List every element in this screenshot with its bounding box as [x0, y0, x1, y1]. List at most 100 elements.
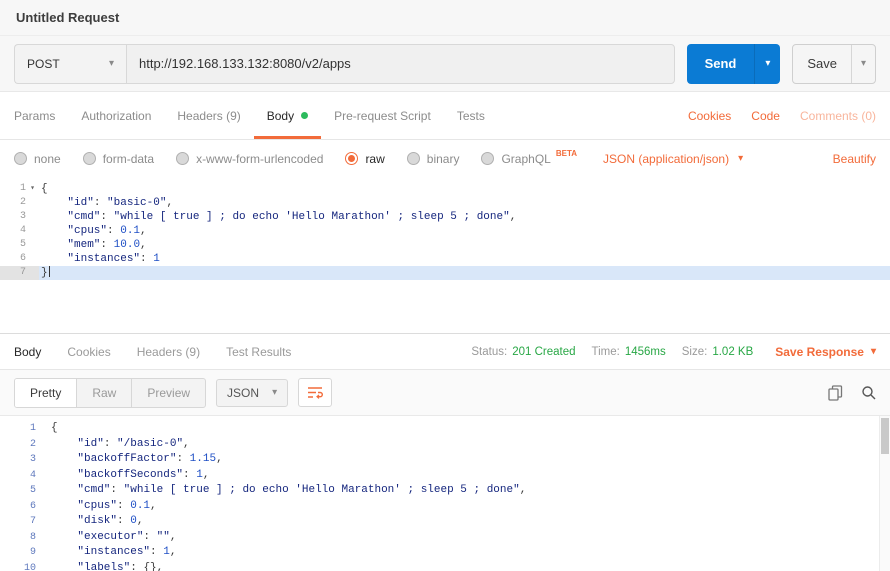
body-type-binary[interactable]: binary: [407, 152, 460, 166]
code-line: 2 "id": "basic-0",: [0, 196, 890, 210]
send-button[interactable]: Send ▾: [687, 44, 781, 84]
fold-spacer: [36, 514, 49, 530]
code-line: 5 "mem": 10.0,: [0, 238, 890, 252]
save-response-button[interactable]: Save Response ▾: [775, 345, 876, 359]
line-number: 5: [0, 238, 26, 252]
save-button[interactable]: Save ▾: [792, 44, 876, 84]
send-options-caret[interactable]: ▾: [754, 44, 780, 84]
view-mode-pretty[interactable]: Pretty: [15, 379, 76, 407]
title-bar: Untitled Request: [0, 0, 890, 36]
body-type-bar: none form-data x-www-form-urlencoded raw bin…: [0, 140, 890, 177]
fold-spacer: [36, 545, 49, 561]
link-comments-0[interactable]: Comments (0): [800, 109, 876, 123]
code-text: "cpus": 0.1,: [39, 224, 890, 238]
tab-pre-request-script[interactable]: Pre-request Script: [321, 92, 444, 139]
code-text: "disk": 0,: [49, 514, 890, 530]
view-mode-raw[interactable]: Raw: [76, 379, 131, 407]
method-value: POST: [27, 57, 60, 71]
response-tabs: Body Cookies Headers (9) Test Results: [14, 345, 291, 359]
fold-spacer: [36, 468, 49, 484]
line-number: 6: [0, 252, 26, 266]
request-body-editor[interactable]: 1▾{2 "id": "basic-0",3 "cmd": "while [ t…: [0, 177, 890, 334]
fold-spacer: [26, 210, 39, 224]
line-number: 8: [6, 530, 36, 546]
tab-tests[interactable]: Tests: [444, 92, 498, 139]
save-label: Save: [793, 45, 851, 83]
line-number: 3: [0, 210, 26, 224]
radio-icon: [407, 152, 420, 165]
time-value: 1456ms: [625, 346, 666, 358]
code-text: "instances": 1,: [49, 545, 890, 561]
radio-icon: [83, 152, 96, 165]
line-number: 5: [6, 483, 36, 499]
view-mode-preview[interactable]: Preview: [131, 379, 205, 407]
content-type-dropdown[interactable]: JSON (application/json) ▾: [603, 152, 743, 166]
copy-icon: [828, 385, 843, 401]
code-line: 6 "cpus": 0.1,: [6, 499, 890, 515]
request-links: Cookies Code Comments (0): [688, 92, 876, 139]
code-text: "id": "basic-0",: [39, 196, 890, 210]
tab-headers-9[interactable]: Headers (9): [164, 92, 253, 139]
tab-authorization[interactable]: Authorization: [68, 92, 164, 139]
link-cookies[interactable]: Cookies: [688, 109, 731, 123]
request-code: 1▾{2 "id": "basic-0",3 "cmd": "while [ t…: [0, 182, 890, 280]
radio-label: GraphQL: [501, 152, 550, 166]
response-tab-body[interactable]: Body: [14, 345, 41, 359]
body-type-raw[interactable]: raw: [345, 152, 384, 166]
fold-spacer: [36, 452, 49, 468]
code-line: 7}: [0, 266, 890, 280]
tab-label: Params: [14, 109, 55, 123]
response-scrollbar[interactable]: [879, 416, 890, 571]
body-type-graphql[interactable]: GraphQLBETA: [481, 152, 577, 166]
body-type-form-data[interactable]: form-data: [83, 152, 154, 166]
body-type-none[interactable]: none: [14, 152, 61, 166]
wrap-text-button[interactable]: [298, 378, 332, 407]
response-toolbar: PrettyRawPreview JSON ▾: [0, 370, 890, 416]
format-value: JSON: [227, 386, 259, 400]
format-dropdown[interactable]: JSON ▾: [216, 379, 288, 407]
code-line: 5 "cmd": "while [ true ] ; do echo 'Hell…: [6, 483, 890, 499]
response-tab-test-results[interactable]: Test Results: [226, 345, 291, 359]
code-line: 9 "instances": 1,: [6, 545, 890, 561]
chevron-down-icon: ▾: [109, 59, 114, 69]
beautify-button[interactable]: Beautify: [833, 152, 876, 166]
code-text: "cpus": 0.1,: [49, 499, 890, 515]
tab-body[interactable]: Body: [254, 92, 321, 139]
view-mode-switch: PrettyRawPreview: [14, 378, 206, 408]
time-meta: Time:1456ms: [592, 346, 666, 358]
response-meta: Status:201 CreatedTime:1456msSize:1.02 K…: [471, 345, 876, 359]
code-text: "executor": "",: [49, 530, 890, 546]
method-select[interactable]: POST ▾: [14, 44, 126, 84]
search-button[interactable]: [861, 385, 876, 400]
scrollbar-thumb[interactable]: [881, 418, 889, 454]
code-text: "cmd": "while [ true ] ; do echo 'Hello …: [39, 210, 890, 224]
radio-label: raw: [365, 152, 384, 166]
response-tab-cookies[interactable]: Cookies: [67, 345, 110, 359]
size-label: Size:: [682, 346, 708, 358]
search-icon: [861, 385, 876, 400]
save-options-caret[interactable]: ▾: [851, 45, 875, 83]
tab-label: Headers (9): [177, 109, 240, 123]
response-tab-headers-9[interactable]: Headers (9): [137, 345, 200, 359]
url-input[interactable]: [126, 44, 675, 84]
code-text: "labels": {},: [49, 561, 890, 571]
line-number: 9: [6, 545, 36, 561]
chevron-down-icon: ▾: [738, 154, 743, 164]
code-line: 1{: [6, 421, 890, 437]
body-type-x-www-form-urlencoded[interactable]: x-www-form-urlencoded: [176, 152, 323, 166]
radio-label: binary: [427, 152, 460, 166]
code-text: "id": "/basic-0",: [49, 437, 890, 453]
response-body-editor[interactable]: 1{2 "id": "/basic-0",3 "backoffFactor": …: [0, 416, 890, 571]
fold-caret-icon[interactable]: ▾: [26, 182, 39, 196]
code-line: 6 "instances": 1: [0, 252, 890, 266]
status-value: 201 Created: [512, 346, 575, 358]
tab-label: Authorization: [81, 109, 151, 123]
link-code[interactable]: Code: [751, 109, 780, 123]
copy-button[interactable]: [828, 385, 843, 401]
radio-icon: [14, 152, 27, 165]
chevron-down-icon: ▾: [871, 347, 876, 357]
response-code: 1{2 "id": "/basic-0",3 "backoffFactor": …: [6, 421, 890, 571]
line-number: 2: [6, 437, 36, 453]
code-text: "cmd": "while [ true ] ; do echo 'Hello …: [49, 483, 890, 499]
tab-params[interactable]: Params: [14, 92, 68, 139]
